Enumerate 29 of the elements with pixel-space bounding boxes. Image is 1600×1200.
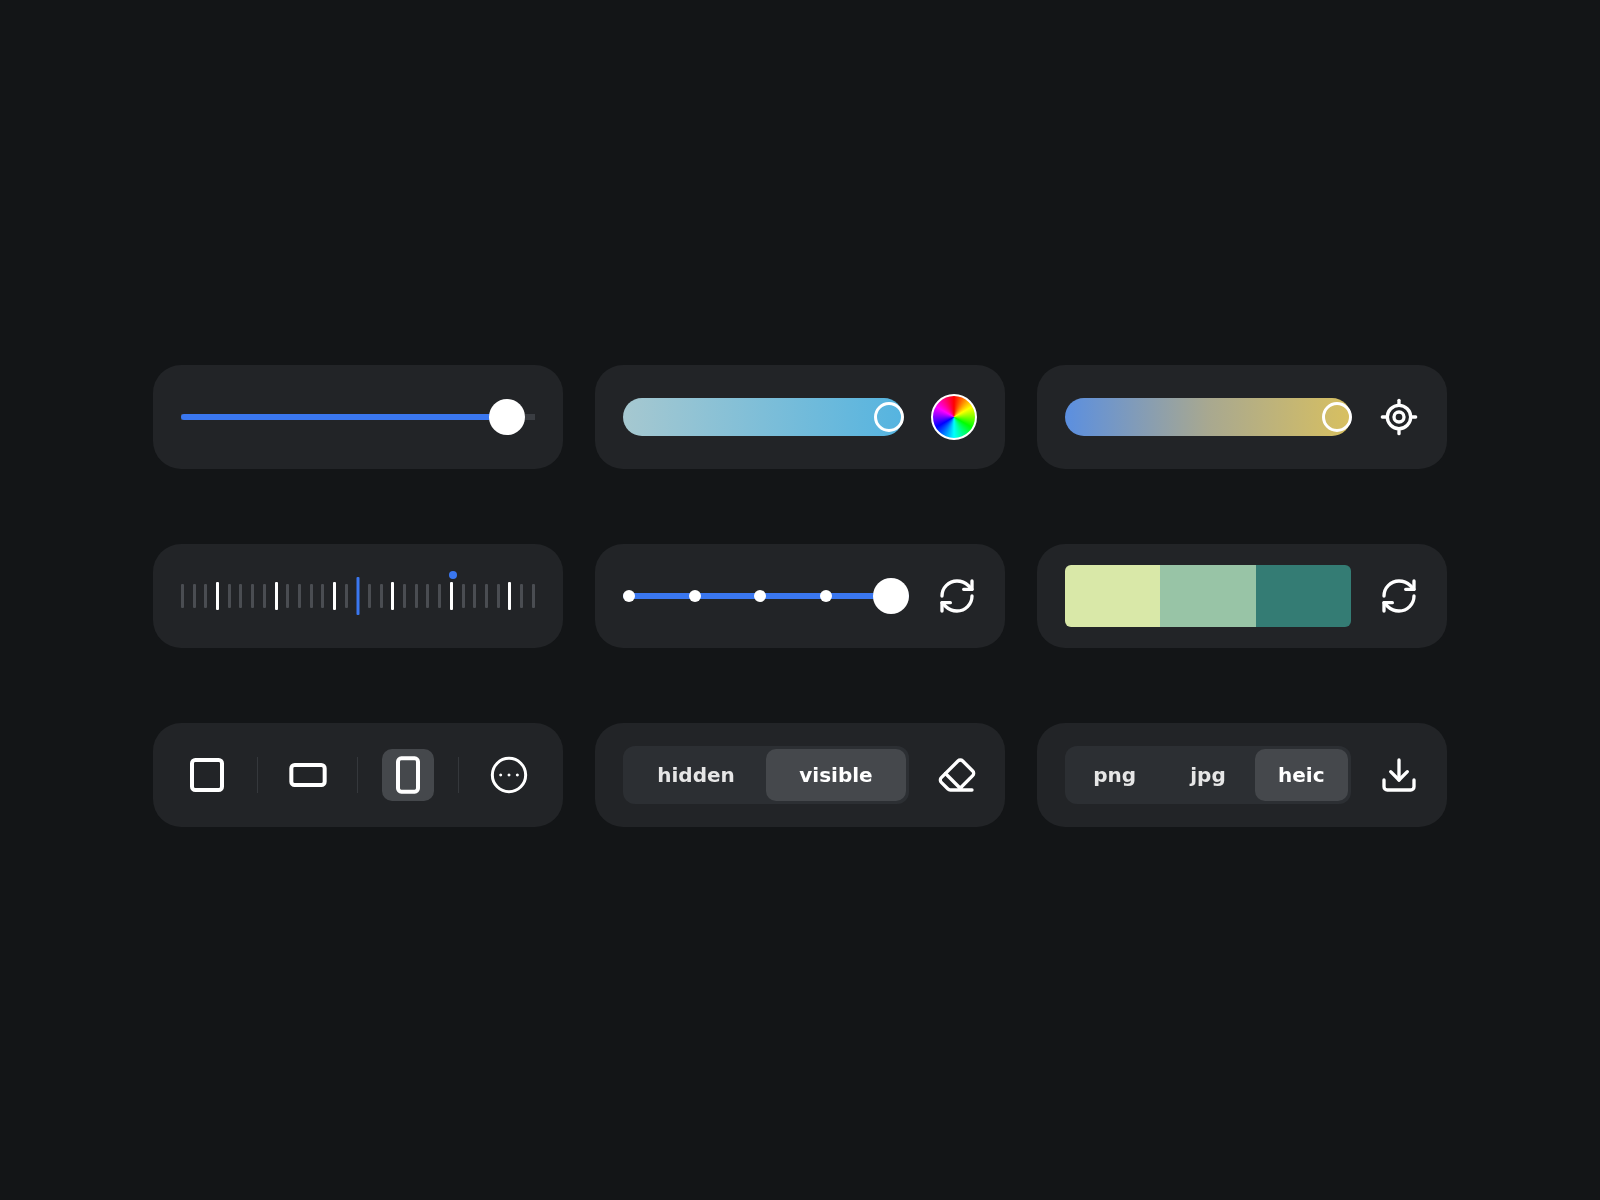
color-swatch[interactable] — [1065, 565, 1161, 627]
crosshair-icon[interactable] — [1379, 397, 1419, 437]
step-dot[interactable] — [754, 590, 766, 602]
gradient-slider[interactable] — [623, 398, 903, 436]
ruler-indicator[interactable] — [356, 577, 360, 615]
step-dot[interactable] — [623, 590, 635, 602]
segment-option[interactable]: jpg — [1161, 749, 1255, 801]
segment-option[interactable]: visible — [766, 749, 906, 801]
refresh-icon[interactable] — [937, 576, 977, 616]
step-dot[interactable] — [688, 590, 701, 602]
slider-thumb[interactable] — [1321, 402, 1352, 432]
segment-option[interactable]: hidden — [626, 749, 766, 801]
eraser-icon[interactable] — [937, 755, 977, 795]
segment-option[interactable]: png — [1068, 749, 1162, 801]
color-swatch[interactable] — [1160, 565, 1256, 627]
refresh-icon[interactable] — [1379, 576, 1419, 616]
aspect-button[interactable] — [382, 749, 435, 801]
segment-option[interactable]: heic — [1254, 749, 1348, 801]
slider-thumb[interactable] — [873, 578, 909, 614]
more-icon — [488, 755, 529, 795]
marker-dot — [448, 571, 457, 579]
step-dot[interactable] — [819, 590, 832, 602]
gradient-slider[interactable] — [1065, 398, 1351, 436]
color-wheel-icon[interactable] — [931, 394, 977, 440]
square-icon — [187, 755, 227, 795]
slider-thumb[interactable] — [874, 402, 904, 432]
color-swatch[interactable] — [1255, 565, 1351, 627]
download-icon[interactable] — [1379, 755, 1419, 795]
slider-thumb[interactable] — [489, 399, 526, 435]
